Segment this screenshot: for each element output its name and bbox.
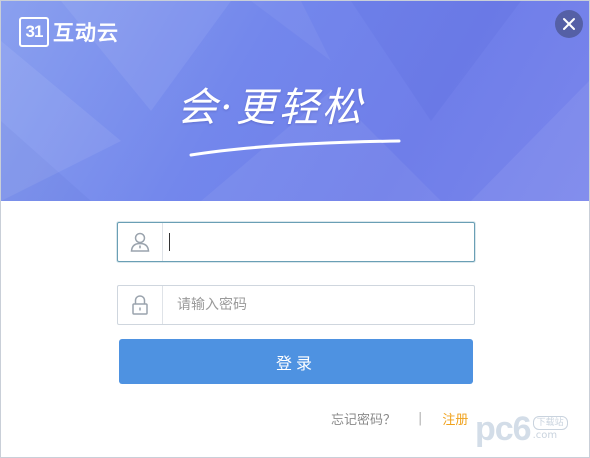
watermark-side-top: 下载站 bbox=[532, 416, 568, 430]
user-icon-box bbox=[118, 223, 163, 261]
pc6-watermark: pc6 下载站 .com bbox=[475, 409, 583, 449]
login-button[interactable]: 登录 bbox=[119, 339, 473, 384]
username-input[interactable] bbox=[175, 226, 474, 258]
user-icon bbox=[130, 232, 150, 252]
watermark-side-bottom: .com bbox=[532, 430, 558, 441]
footer-links: 忘记密码？ | 注册 bbox=[331, 409, 468, 428]
slogan-underline-stroke bbox=[189, 139, 401, 157]
slogan: 会·更轻松 bbox=[177, 75, 427, 165]
watermark-side: 下载站 .com bbox=[532, 416, 568, 442]
logo-badge: 31 bbox=[19, 17, 49, 47]
watermark-main: pc6 bbox=[475, 410, 532, 448]
login-window: 31 互动云 会·更轻松 登录 忘记密码？ | 注册 pc6 下载站 .com bbox=[0, 0, 590, 458]
username-field[interactable] bbox=[117, 222, 475, 262]
close-button[interactable] bbox=[555, 10, 583, 38]
close-icon bbox=[563, 18, 575, 30]
logo-text: 互动云 bbox=[53, 21, 119, 45]
text-caret bbox=[169, 233, 170, 251]
lock-icon bbox=[132, 295, 148, 315]
link-separator: | bbox=[418, 410, 423, 426]
forgot-password-link[interactable]: 忘记密码？ bbox=[331, 409, 396, 428]
app-logo: 31 互动云 bbox=[19, 17, 119, 47]
register-link[interactable]: 注册 bbox=[442, 409, 468, 428]
password-input[interactable] bbox=[175, 289, 474, 321]
header-banner: 31 互动云 会·更轻松 bbox=[1, 1, 589, 201]
password-field[interactable] bbox=[117, 285, 475, 325]
lock-icon-box bbox=[118, 286, 163, 324]
